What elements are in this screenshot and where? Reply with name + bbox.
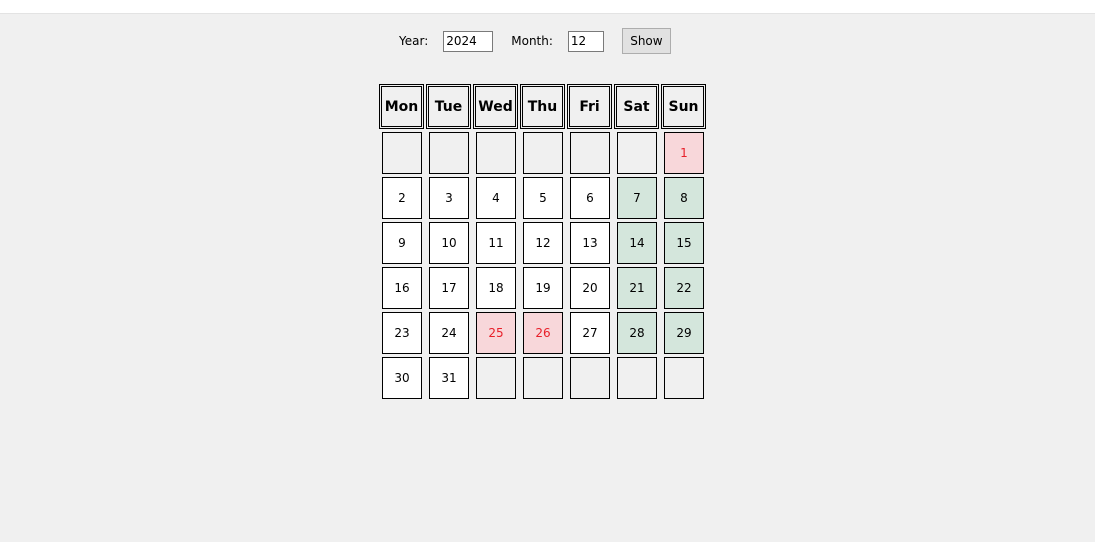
- empty-day-cell: [570, 132, 610, 174]
- day-cell: 4: [476, 177, 516, 219]
- day-cell: 18: [476, 267, 516, 309]
- calendar-week-row: 16 17 18 19 20 21 22: [382, 267, 711, 309]
- empty-day-cell: [617, 357, 657, 399]
- controls-bar: Year: Month: Show: [399, 28, 671, 54]
- day-cell: 19: [523, 267, 563, 309]
- day-cell: 23: [382, 312, 422, 354]
- day-cell: 10: [429, 222, 469, 264]
- month-label: Month:: [511, 34, 553, 48]
- day-cell: 24: [429, 312, 469, 354]
- weekday-header: Wed: [473, 84, 518, 129]
- day-cell: 8: [664, 177, 704, 219]
- month-input[interactable]: [567, 30, 604, 52]
- show-button[interactable]: Show: [621, 28, 671, 54]
- empty-day-cell: [476, 132, 516, 174]
- weekday-header: Sat: [614, 84, 659, 129]
- calendar-grid: 1 2 3 4 5 6 7 8 9 10 11 12 13 14 15 16 17 18 19 20 21 22 23 24 2…: [382, 132, 711, 399]
- calendar: Mon Tue Wed Thu Fri Sat Sun 1 2 3 4 5 6 7 8 9 10 1…: [379, 84, 711, 399]
- calendar-week-row: 2345678: [382, 177, 711, 219]
- calendar-week-row: 30 31: [382, 357, 711, 399]
- day-cell: 27: [570, 312, 610, 354]
- day-cell: 31: [429, 357, 469, 399]
- day-cell: 16: [382, 267, 422, 309]
- year-label: Year:: [399, 34, 429, 48]
- day-cell: 12: [523, 222, 563, 264]
- empty-day-cell: [523, 132, 563, 174]
- weekday-header: Sun: [661, 84, 706, 129]
- day-cell: 22: [664, 267, 704, 309]
- calendar-week-row: 23 24 25 26 27 28 29: [382, 312, 711, 354]
- calendar-week-row: 9 10 11 12 13 14 15: [382, 222, 711, 264]
- day-cell: 7: [617, 177, 657, 219]
- day-cell: 5: [523, 177, 563, 219]
- empty-day-cell: [617, 132, 657, 174]
- empty-day-cell: [382, 132, 422, 174]
- window-top-edge: [0, 0, 1095, 14]
- day-cell: 6: [570, 177, 610, 219]
- weekday-header: Thu: [520, 84, 565, 129]
- empty-day-cell: [664, 357, 704, 399]
- weekday-header: Fri: [567, 84, 612, 129]
- day-cell: 1: [664, 132, 704, 174]
- empty-day-cell: [570, 357, 610, 399]
- weekday-header: Mon: [379, 84, 424, 129]
- weekday-header-row: Mon Tue Wed Thu Fri Sat Sun: [379, 84, 711, 129]
- day-cell: 3: [429, 177, 469, 219]
- day-cell: 2: [382, 177, 422, 219]
- day-cell: 28: [617, 312, 657, 354]
- weekday-header: Tue: [426, 84, 471, 129]
- day-cell: 11: [476, 222, 516, 264]
- empty-day-cell: [429, 132, 469, 174]
- day-cell: 13: [570, 222, 610, 264]
- year-input[interactable]: [443, 30, 494, 52]
- day-cell: 20: [570, 267, 610, 309]
- day-cell: 26: [523, 312, 563, 354]
- day-cell: 21: [617, 267, 657, 309]
- empty-day-cell: [523, 357, 563, 399]
- day-cell: 17: [429, 267, 469, 309]
- calendar-week-row: 1: [382, 132, 711, 174]
- day-cell: 15: [664, 222, 704, 264]
- day-cell: 25: [476, 312, 516, 354]
- day-cell: 30: [382, 357, 422, 399]
- day-cell: 29: [664, 312, 704, 354]
- empty-day-cell: [476, 357, 516, 399]
- day-cell: 14: [617, 222, 657, 264]
- day-cell: 9: [382, 222, 422, 264]
